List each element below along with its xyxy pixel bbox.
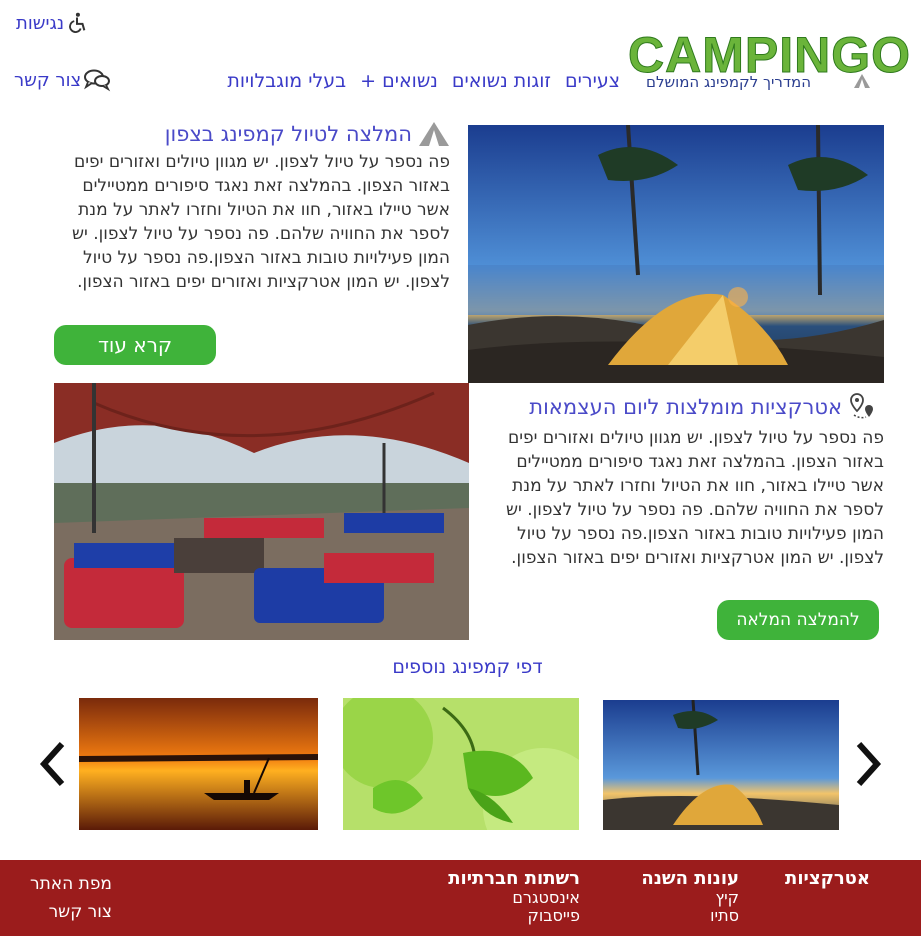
- footer-link-sitemap[interactable]: מפת האתר: [30, 870, 112, 898]
- tent-icon: [854, 74, 870, 88]
- gallery-thumb-camping-tent[interactable]: [603, 700, 839, 830]
- camping-tent-photo: [468, 125, 884, 383]
- contact-link[interactable]: צור קשר: [14, 68, 111, 92]
- footer-col-seasons: עונות השנה קיץ סתיו: [641, 868, 739, 925]
- footer-link-autumn[interactable]: סתיו: [641, 907, 739, 925]
- footer-heading-seasons[interactable]: עונות השנה: [641, 868, 739, 889]
- accessibility-link[interactable]: נגישות: [16, 12, 88, 34]
- article2-title[interactable]: אטרקציות מומלצות ליום העצמאות: [529, 395, 842, 419]
- wheelchair-icon: [69, 12, 86, 33]
- footer-link-summer[interactable]: קיץ: [641, 889, 739, 907]
- gallery-thumb-green-leaves[interactable]: [343, 698, 579, 830]
- full-recommendation-button[interactable]: להמלצה המלאה: [717, 600, 879, 640]
- article2-body: פה נספר על טיול לצפון. יש מגוון טיולים ו…: [505, 428, 884, 568]
- shaded-lounge-photo: [54, 383, 469, 640]
- gallery-title: דפי קמפינג נוספים: [392, 656, 543, 678]
- article1-header: המלצה לטיול קמפינג בצפון: [60, 121, 450, 147]
- nav-item-married-couples[interactable]: זוגות נשואים: [452, 70, 551, 92]
- read-more-button[interactable]: קרא עוד: [54, 325, 216, 365]
- nav-item-youth[interactable]: צעירים: [565, 70, 620, 92]
- article2-header: אטרקציות מומלצות ליום העצמאות: [490, 393, 878, 421]
- chevron-right-icon[interactable]: [853, 740, 883, 788]
- site-footer: אטרקציות עונות השנה קיץ סתיו רשתות חברתי…: [0, 860, 921, 936]
- article1-body: פה נספר על טיול לצפון. יש מגוון טיולים ו…: [71, 152, 450, 292]
- footer-link-contact[interactable]: צור קשר: [30, 898, 112, 926]
- gallery-thumb-sunset-boat[interactable]: [79, 698, 318, 830]
- nav-item-disabilities[interactable]: בעלי מוגבלויות: [227, 70, 346, 92]
- footer-heading-social[interactable]: רשתות חברתיות: [448, 868, 580, 889]
- chevron-left-icon[interactable]: [38, 740, 68, 788]
- map-pin-icon: [850, 393, 873, 419]
- main-nav: צעירים זוגות נשואים נשואים + בעלי מוגבלו…: [170, 70, 620, 92]
- article1-title[interactable]: המלצה לטיול קמפינג בצפון: [165, 122, 412, 146]
- footer-col-site: מפת האתר צור קשר: [30, 870, 112, 926]
- footer-heading-attractions[interactable]: אטרקציות: [785, 868, 870, 889]
- footer-col-social: רשתות חברתיות אינסטגרם פייסבוק: [448, 868, 580, 925]
- tent-icon: [419, 122, 449, 146]
- chat-bubbles-icon: [84, 69, 111, 92]
- nav-item-married-plus[interactable]: נשואים +: [360, 70, 438, 92]
- footer-link-facebook[interactable]: פייסבוק: [448, 907, 581, 925]
- accessibility-label: נגישות: [16, 12, 65, 34]
- footer-link-instagram[interactable]: אינסטגרם: [448, 889, 580, 907]
- footer-col-attractions: אטרקציות: [785, 868, 870, 889]
- contact-label: צור קשר: [14, 69, 82, 91]
- site-logo[interactable]: CAMPINGO המדריך לקמפינג המושלם: [628, 30, 911, 100]
- logo-tagline: המדריך לקמפינג המושלם: [646, 73, 812, 91]
